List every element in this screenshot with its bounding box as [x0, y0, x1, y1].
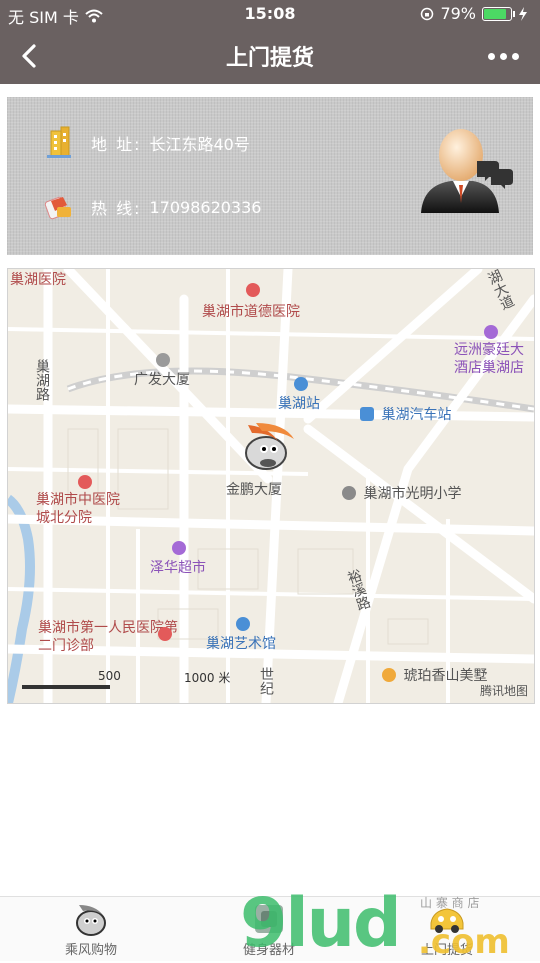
- more-dots-icon[interactable]: [488, 44, 524, 68]
- scale-1000: 1000 米: [184, 671, 231, 685]
- phone-label: 热 线:: [91, 199, 142, 218]
- building-icon: [47, 126, 71, 158]
- train-station-icon: [294, 377, 308, 391]
- hotel-icon: [484, 325, 498, 339]
- dot: [500, 52, 507, 60]
- status-bar: 无 SIM 卡 15:08 79%: [0, 0, 540, 28]
- dot: [488, 52, 495, 60]
- status-right: 79%: [420, 4, 528, 23]
- store-mascot-marker-icon[interactable]: [238, 419, 300, 475]
- map-label-text: 巢湖市光明小学: [363, 486, 462, 502]
- map-label-text: 巢湖汽车站: [381, 407, 452, 423]
- watermark-domain: .com: [418, 922, 510, 962]
- map-label-text: 巢湖市道德医院: [202, 304, 300, 320]
- hospital-icon: [246, 283, 260, 297]
- map-label: 琥珀香山美墅: [382, 665, 487, 685]
- school-icon: [342, 486, 356, 500]
- bus-station-icon: [360, 407, 374, 421]
- museum-icon: [236, 617, 250, 631]
- map-label-text: 巢湖艺术馆: [206, 636, 276, 652]
- shopping-icon: [172, 541, 186, 555]
- map-label-text: 远洲豪廷大酒店巢湖店: [454, 342, 524, 376]
- map-label: 巢湖医院: [10, 272, 66, 288]
- rotation-lock-icon: [421, 7, 434, 20]
- tab-label: 乘风购物: [64, 943, 117, 958]
- residence-icon: [382, 668, 396, 682]
- map-label: 巢湖市道德医院: [202, 283, 300, 321]
- nav-bar: 上门提货: [0, 28, 540, 84]
- scale-500: 500: [98, 669, 121, 683]
- map-label: 泽华超市: [150, 541, 206, 577]
- map-label-text: 巢湖市第一人民医院第二门诊部: [38, 620, 178, 654]
- map-label: 巢湖汽车站: [360, 404, 451, 424]
- map-label: 巢湖市第一人民医院第二门诊部: [38, 619, 178, 655]
- store-info-card: 地 址: 长江东路40号 热 线: 17098620336: [7, 97, 533, 255]
- battery-fill: [484, 8, 507, 19]
- map-label: 金鹏大厦: [226, 482, 282, 498]
- hospital-icon: [78, 475, 92, 489]
- map-label-text: 广发大厦: [134, 372, 190, 388]
- hospital-icon: [158, 627, 172, 641]
- store-map[interactable]: 巢湖医院 巢湖市道德医院 巢湖路 广发大厦 巢湖站 巢湖汽车站 远洲豪廷大酒店巢…: [7, 268, 535, 704]
- map-brand: 腾讯地图: [479, 684, 528, 698]
- page-title: 上门提货: [225, 46, 314, 71]
- map-label-text: 巢湖市中医院城北分院: [36, 492, 120, 526]
- map-label-text: 巢湖站: [278, 396, 320, 412]
- map-label: 世纪: [258, 667, 274, 695]
- mascot-icon: [76, 905, 106, 936]
- charging-icon: [519, 6, 527, 21]
- map-label: 巢湖市中医院城北分院: [36, 475, 132, 527]
- battery-percent: 79%: [440, 4, 476, 23]
- scale-bar: [22, 685, 110, 689]
- phone-icon: [44, 196, 71, 220]
- map-label: 远洲豪廷大酒店巢湖店: [454, 325, 532, 377]
- address-value: 长江东路40号: [149, 135, 250, 154]
- phone-value[interactable]: 17098620336: [149, 198, 261, 217]
- address-label: 地 址:: [91, 135, 142, 154]
- dot: [512, 52, 519, 60]
- map-label-text: 泽华超市: [150, 560, 206, 576]
- watermark-logo: 9lud: [240, 884, 402, 963]
- customer-service-avatar-icon[interactable]: [415, 123, 515, 219]
- battery-icon: [482, 6, 515, 21]
- address-row: 地 址: 长江东路40号: [41, 125, 250, 161]
- map-label: 广发大厦: [134, 353, 190, 389]
- map-label: 巢湖路: [34, 359, 50, 401]
- map-label-text: 琥珀香山美墅: [403, 668, 488, 684]
- watermark-caption: 山 寨 商 店: [420, 896, 480, 910]
- map-label: 巢湖市光明小学: [342, 483, 461, 503]
- phone-row[interactable]: 热 线: 17098620336: [41, 189, 261, 225]
- tab-shopping[interactable]: 乘风购物: [36, 899, 146, 958]
- map-label: 巢湖艺术馆: [206, 617, 276, 653]
- building-poi-icon: [156, 353, 170, 367]
- map-label: 巢湖站: [278, 377, 320, 413]
